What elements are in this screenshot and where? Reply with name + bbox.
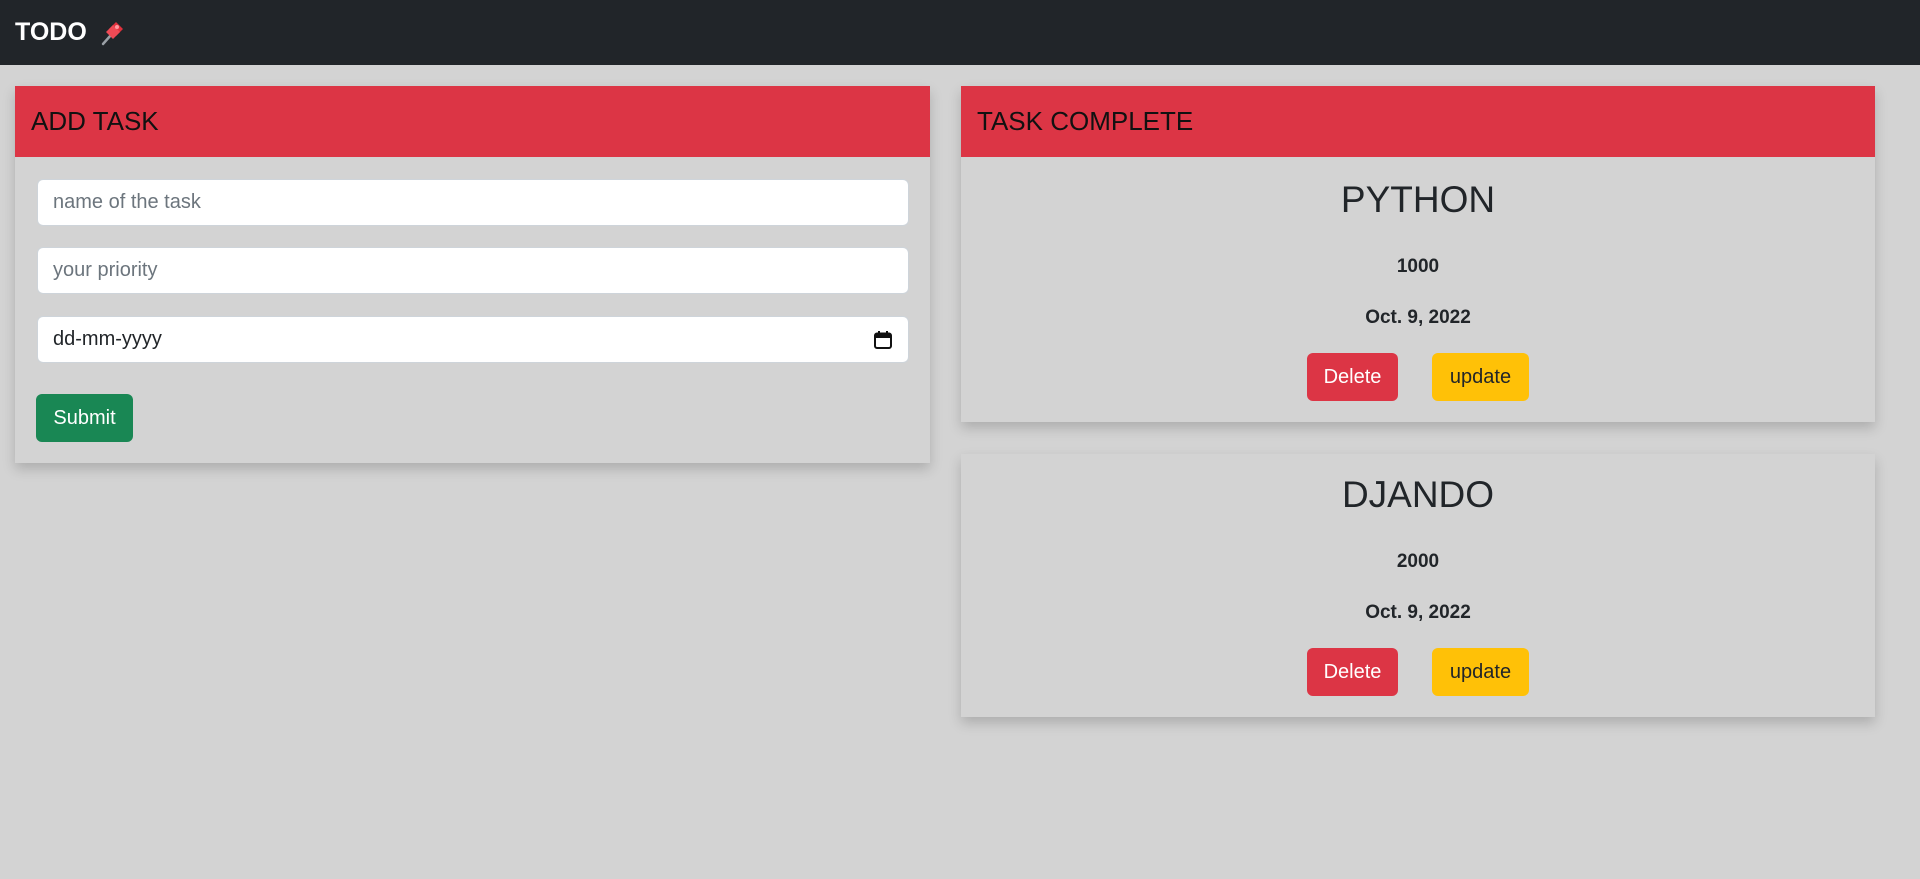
- date-placeholder: dd-mm-yyyy: [53, 328, 162, 350]
- brand-link[interactable]: TODO: [15, 18, 127, 48]
- task-title: PYTHON: [1340, 179, 1496, 220]
- brand-text: TODO: [15, 18, 87, 46]
- add-task-header: ADD TASK: [15, 86, 930, 157]
- task-date: Oct. 9, 2022: [1365, 602, 1471, 623]
- delete-button[interactable]: Delete: [1307, 353, 1398, 401]
- task-card: DJANDO 2000 Oct. 9, 2022 Delete update: [961, 454, 1875, 717]
- task-complete-header-text: TASK COMPLETE: [977, 106, 1194, 136]
- task-name-input[interactable]: [37, 179, 909, 226]
- calendar-icon[interactable]: [873, 330, 893, 350]
- task-complete-header: TASK COMPLETE: [961, 86, 1875, 157]
- update-button[interactable]: update: [1432, 353, 1529, 401]
- date-input[interactable]: dd-mm-yyyy: [37, 316, 909, 363]
- navbar: TODO: [0, 0, 1920, 65]
- priority-input[interactable]: [37, 247, 909, 294]
- task-priority: 1000: [1396, 256, 1440, 277]
- task-date: Oct. 9, 2022: [1365, 307, 1471, 328]
- submit-button[interactable]: Submit: [36, 394, 133, 442]
- add-task-header-text: ADD TASK: [31, 106, 159, 136]
- pushpin-icon: [97, 18, 127, 48]
- update-button[interactable]: update: [1432, 648, 1529, 696]
- task-title: DJANDO: [1341, 474, 1495, 515]
- delete-button[interactable]: Delete: [1307, 648, 1398, 696]
- task-priority: 2000: [1396, 551, 1440, 572]
